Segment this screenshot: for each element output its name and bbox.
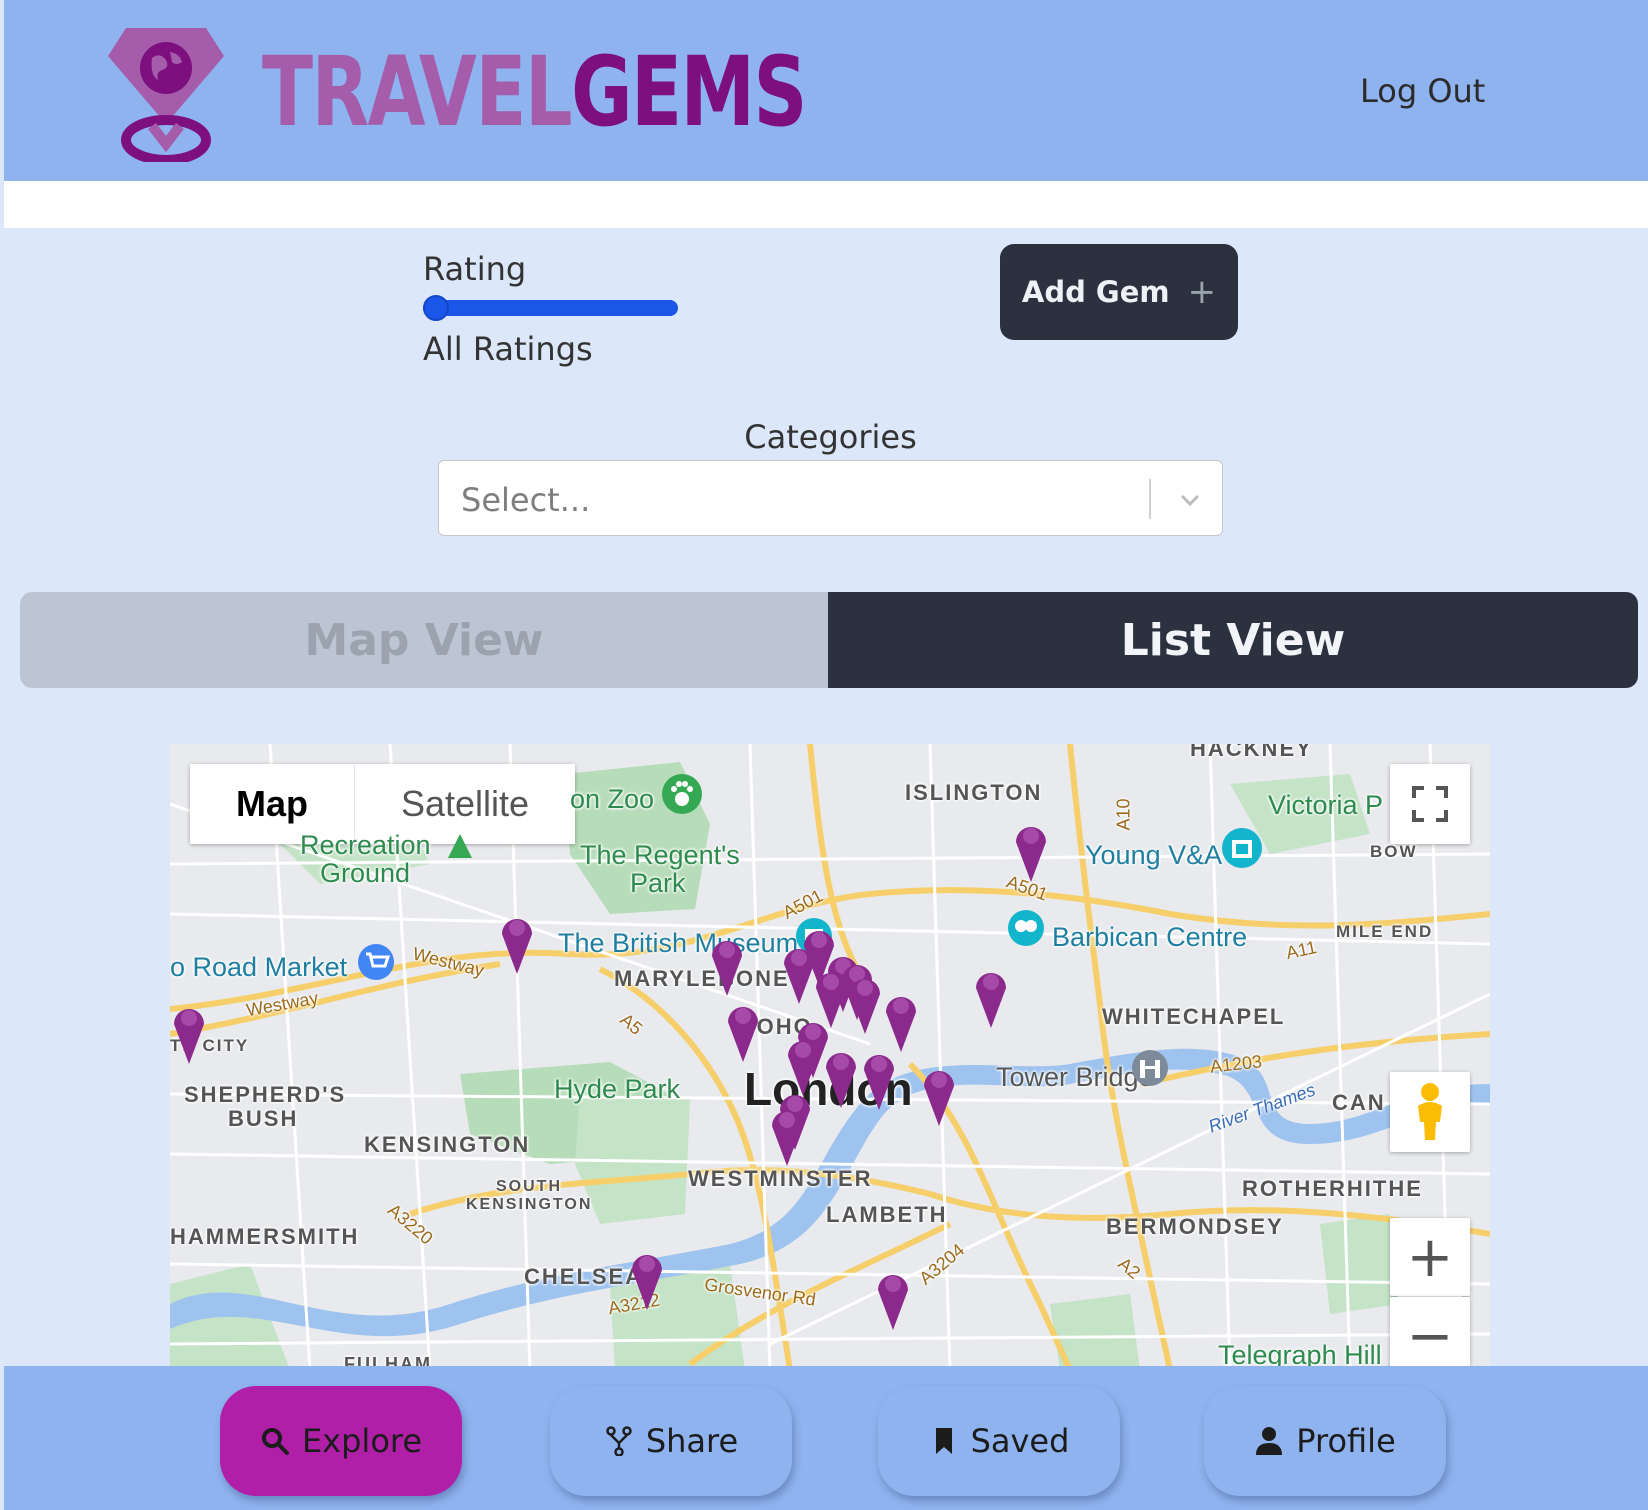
map-label-regents-park-1: The Regent's [580, 840, 740, 870]
map-label-bermondsey: BERMONDSEY [1106, 1214, 1284, 1239]
select-separator [1149, 479, 1151, 519]
rating-slider-thumb[interactable] [423, 295, 449, 321]
brand-part-travel: TRAVEL [262, 36, 573, 148]
map-label-hyde-park: Hyde Park [554, 1074, 681, 1104]
gem-globe-logo-icon [108, 28, 224, 162]
zoom-in-button[interactable]: + [1390, 1218, 1470, 1296]
add-gem-label: Add Gem [1021, 275, 1170, 309]
add-gem-button[interactable]: Add Gem + [1000, 244, 1238, 340]
brand-part-gems: GEMS [571, 36, 807, 148]
gem-pin[interactable] [724, 1000, 762, 1064]
tab-list-view[interactable]: List View [828, 592, 1638, 688]
map-label-zoo: on Zoo [570, 784, 655, 814]
map-label-lambeth: LAMBETH [826, 1202, 948, 1227]
park-tree-icon [448, 834, 472, 858]
map-label-islington: ISLINGTON [905, 780, 1043, 805]
map-label-canary: CAN [1332, 1090, 1386, 1115]
map-label-hammersmith: HAMMERSMITH [170, 1224, 360, 1249]
nav-profile-label: Profile [1296, 1422, 1396, 1460]
map-label-barbican: Barbican Centre [1052, 922, 1248, 952]
map-label-recreation-2: Ground [320, 858, 411, 888]
map-label-british-museum: The British Museum [558, 928, 799, 958]
bottom-navigation: Explore Share Saved Profile [4, 1366, 1648, 1510]
view-toggle: Map View List View [20, 592, 1638, 688]
map-label-road-market: o Road Market [170, 952, 348, 982]
gem-pin[interactable] [170, 1002, 208, 1066]
zoom-out-button[interactable]: − [1390, 1297, 1470, 1370]
nav-saved-label: Saved [970, 1422, 1070, 1460]
map-label-regents-park-2: Park [630, 868, 686, 898]
gem-pin[interactable] [628, 1248, 666, 1312]
gem-pin[interactable] [920, 1064, 958, 1128]
map-label-south-kensington-1: SOUTH [496, 1178, 562, 1195]
bookmark-icon [935, 1428, 952, 1454]
rating-slider[interactable] [423, 295, 678, 321]
map-label-shepherds-bush-1: SHEPHERD'S [184, 1082, 347, 1107]
gem-pin[interactable] [882, 990, 920, 1054]
gems-map[interactable]: Map Satellite + − HACKNEY ISLINGTON on Z… [170, 744, 1490, 1370]
map-label-mile-end: MILE END [1336, 922, 1434, 941]
zoo-paw-icon [662, 774, 702, 814]
map-label-marylebone: MARYLEBONE [614, 966, 790, 991]
nav-saved-button[interactable]: Saved [878, 1386, 1120, 1496]
map-label-kensington: KENSINGTON [364, 1132, 531, 1157]
search-icon [261, 1428, 289, 1455]
gem-pin[interactable] [972, 966, 1010, 1030]
nav-explore-button[interactable]: Explore [220, 1386, 462, 1496]
user-icon [1256, 1427, 1283, 1455]
gem-pin[interactable] [874, 1268, 912, 1332]
map-label-recreation-1: Recreation [300, 830, 431, 860]
nav-share-label: Share [645, 1422, 739, 1460]
map-label-shepherds-bush-2: BUSH [228, 1106, 299, 1131]
gem-pin[interactable] [846, 972, 884, 1036]
categories-placeholder: Select... [461, 481, 591, 519]
gem-pin[interactable] [822, 1046, 860, 1110]
nav-explore-label: Explore [301, 1422, 423, 1460]
categories-select[interactable]: Select... [438, 460, 1223, 536]
street-view-pegman-button[interactable] [1390, 1072, 1470, 1152]
brand-wordmark: TRAVELGEMS [262, 40, 807, 144]
map-label-young-va: Young V&A [1085, 840, 1223, 870]
gem-pin[interactable] [708, 934, 746, 998]
pegman-icon [1418, 1083, 1442, 1140]
tab-map-view[interactable]: Map View [20, 592, 828, 688]
gem-pin[interactable] [1012, 820, 1050, 884]
map-label-westminster: WESTMINSTER [688, 1166, 873, 1191]
fullscreen-icon [1412, 786, 1448, 822]
theatre-icon [1008, 910, 1044, 946]
map-label-south-kensington-2: KENSINGTON [466, 1196, 593, 1213]
map-label-a10: A10 [1113, 798, 1134, 831]
map-label-chelsea: CHELSEA [524, 1264, 644, 1289]
categories-label: Categories [744, 418, 917, 456]
header-divider [4, 181, 1648, 228]
fullscreen-button[interactable] [1390, 764, 1470, 844]
rating-slider-track[interactable] [423, 300, 678, 316]
museum-icon [1222, 828, 1262, 868]
plus-icon: + [1187, 272, 1217, 312]
nav-profile-button[interactable]: Profile [1204, 1386, 1446, 1496]
share-fork-icon [606, 1426, 632, 1456]
map-label-rotherhithe: ROTHERHITHE [1242, 1176, 1423, 1201]
map-label-victoria-park: Victoria P [1268, 790, 1384, 820]
map-label-whitechapel: WHITECHAPEL [1102, 1004, 1286, 1029]
logout-button[interactable]: Log Out [1360, 72, 1485, 110]
rating-label: Rating [423, 250, 527, 288]
gem-pin[interactable] [498, 912, 536, 976]
nav-share-button[interactable]: Share [550, 1386, 792, 1496]
shopping-cart-icon [358, 944, 394, 980]
map-label-bow: BOW [1370, 842, 1418, 861]
chevron-down-icon[interactable] [1175, 485, 1205, 515]
gem-pin[interactable] [860, 1048, 898, 1112]
tower-bridge-icon [1132, 1050, 1168, 1086]
app-header: TRAVELGEMS Log Out [4, 0, 1648, 181]
gem-pin[interactable] [768, 1104, 806, 1168]
rating-value-text: All Ratings [423, 330, 593, 368]
map-label-hackney: HACKNEY [1190, 744, 1313, 761]
